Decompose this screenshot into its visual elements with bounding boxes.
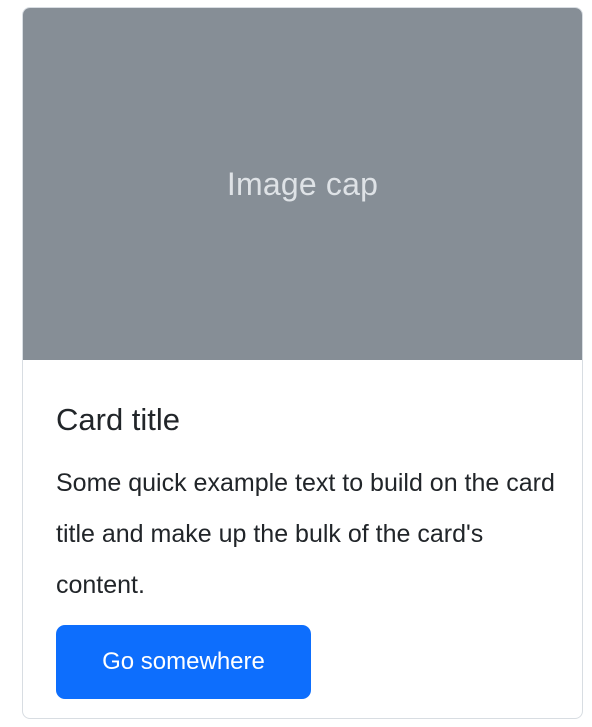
go-somewhere-button[interactable]: Go somewhere <box>56 625 311 699</box>
card-text: Some quick example text to build on the … <box>56 469 555 599</box>
image-cap-label: Image cap <box>226 165 379 202</box>
card-title: Card title <box>56 402 181 437</box>
card-image-cap: Image cap <box>23 8 582 360</box>
card: Image cap Card title Some quick example … <box>22 7 583 719</box>
